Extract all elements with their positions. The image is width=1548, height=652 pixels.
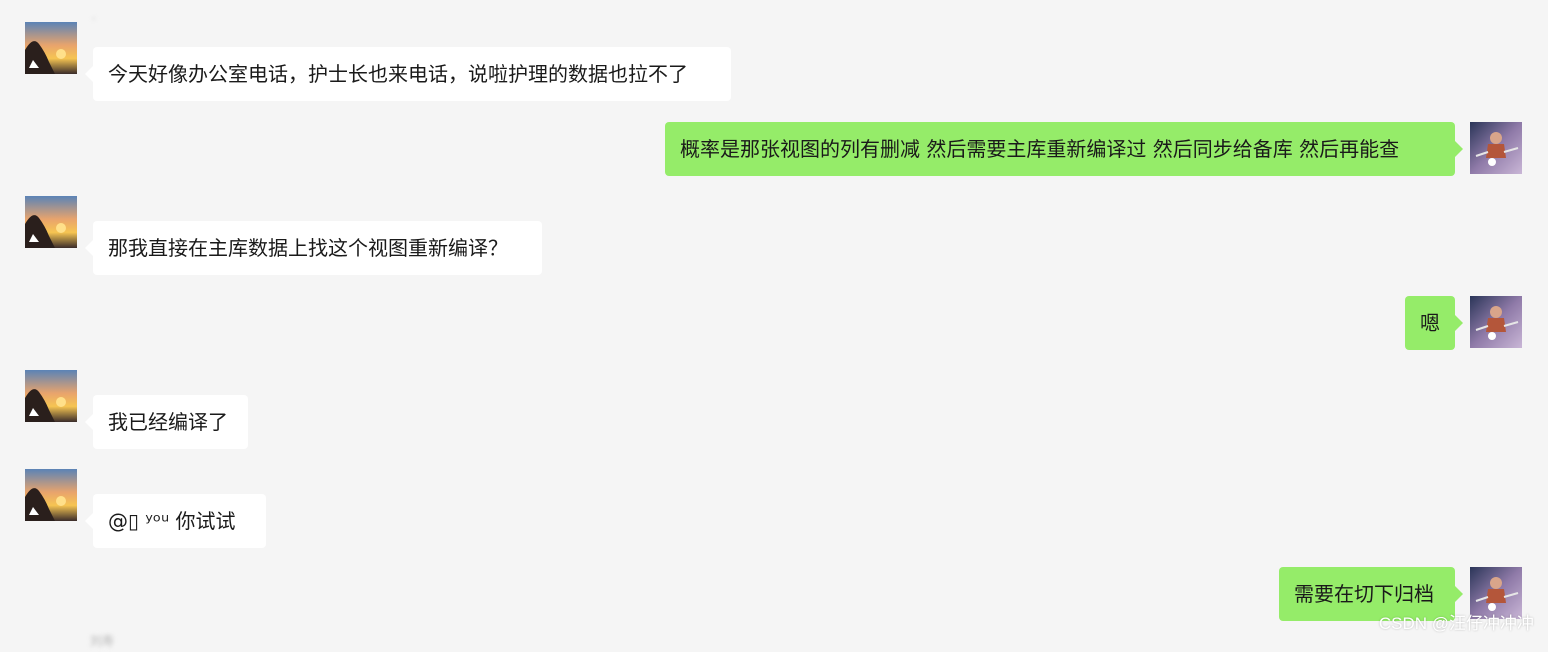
self-avatar[interactable] — [1470, 122, 1522, 174]
sunset-silhouette-avatar-icon — [25, 196, 77, 248]
incoming-message-bubble[interactable]: @▯ ʸᵒᵘ 你试试 — [85, 494, 266, 548]
sender-name: · — [92, 12, 96, 26]
astronaut-avatar-icon — [1470, 122, 1522, 174]
outgoing-message-bubble[interactable]: 嗯 — [1405, 296, 1463, 350]
contact-avatar[interactable] — [25, 196, 77, 248]
contact-avatar[interactable] — [25, 469, 77, 521]
astronaut-avatar-icon — [1470, 296, 1522, 348]
self-avatar[interactable] — [1470, 296, 1522, 348]
incoming-message-bubble[interactable]: 我已经编译了 — [85, 395, 248, 449]
incoming-message-bubble[interactable]: 那我直接在主库数据上找这个视图重新编译？ — [85, 221, 542, 275]
sunset-silhouette-avatar-icon — [25, 370, 77, 422]
incoming-message-bubble[interactable]: 今天好像办公室电话，护士长也来电话，说啦护理的数据也拉不了 — [85, 47, 731, 101]
sender-name: 刘寿 — [90, 634, 115, 648]
outgoing-message-bubble[interactable]: 概率是那张视图的列有删减 然后需要主库重新编译过 然后同步给备库 然后再能查 — [665, 122, 1463, 176]
sunset-silhouette-avatar-icon — [25, 22, 77, 74]
watermark: CSDN @汪仔冲冲冲 — [1378, 614, 1534, 633]
contact-avatar[interactable] — [25, 22, 77, 74]
sunset-silhouette-avatar-icon — [25, 469, 77, 521]
contact-avatar[interactable] — [25, 370, 77, 422]
